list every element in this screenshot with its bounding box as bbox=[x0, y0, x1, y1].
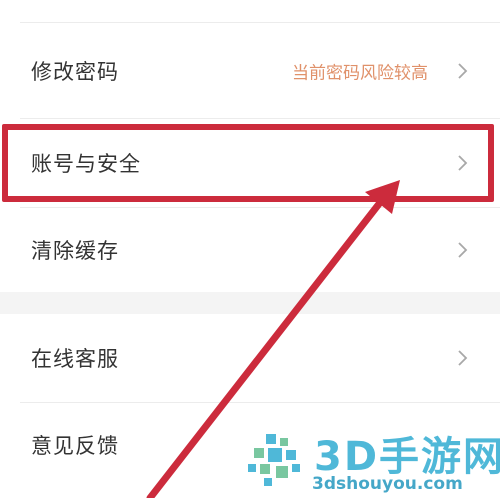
watermark-url: 3dshouyou.com bbox=[312, 474, 463, 494]
watermark: 3D手游网 3dshouyou.com bbox=[246, 424, 500, 498]
watermark-logo-icon bbox=[248, 434, 300, 486]
